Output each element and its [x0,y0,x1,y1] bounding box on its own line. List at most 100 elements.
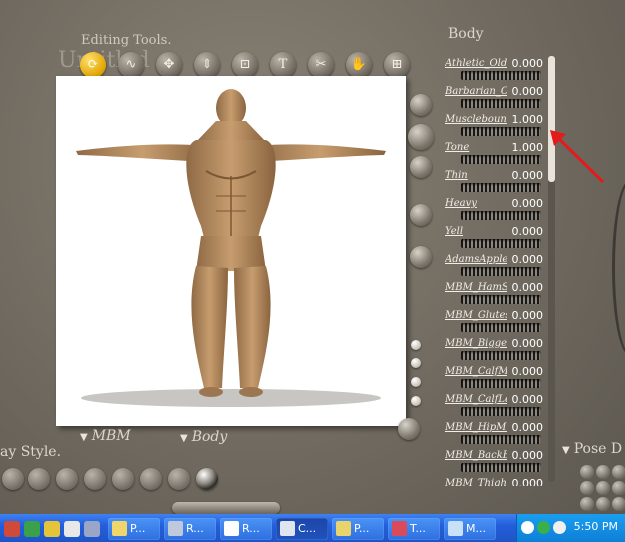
light-dot-icon[interactable] [411,340,421,350]
parameter-dial[interactable] [461,155,541,164]
parameter-value[interactable]: 0.000 [512,337,544,350]
texture-shaded-button[interactable] [196,468,218,490]
parameter-value[interactable]: 0.000 [512,169,544,182]
parameter-value[interactable]: 0.000 [512,57,544,70]
parameter-dial[interactable] [461,71,541,80]
pose-dot[interactable] [612,481,625,495]
parameter-dial[interactable] [461,267,541,276]
parameter-scrollbar[interactable] [548,56,555,482]
light-control-icon[interactable] [410,156,432,178]
parameter-label[interactable]: MBM_Bigger [445,338,507,349]
pose-dot[interactable] [580,465,594,479]
taskbar-button[interactable]: R... [164,518,216,540]
parameter-label[interactable]: Yell [445,226,507,237]
scale-icon[interactable]: ⇕ [194,52,220,78]
parameter-value[interactable]: 0.000 [512,85,544,98]
parameter-label[interactable]: MBM_CalfMu [445,366,507,377]
parameter-dial[interactable] [461,127,541,136]
trackball-icon[interactable] [410,246,432,268]
parameter-label[interactable]: MBM_CalfLe [445,394,507,405]
parameter-value[interactable]: 1.000 [512,141,544,154]
parameter-dial[interactable] [461,211,541,220]
parameter-label[interactable]: AdamsApple [445,254,507,265]
translate-icon[interactable]: ✥ [156,52,182,78]
parameter-dial-icon[interactable] [410,204,432,226]
parameter-label[interactable]: MBM_HipMu [445,422,507,433]
parameter-label[interactable]: Tone [445,142,507,153]
light-color-icon[interactable] [398,418,420,440]
style-button[interactable] [168,468,190,490]
taskbar-button[interactable]: P... [108,518,160,540]
parameter-dial[interactable] [461,379,541,388]
drawer-handle[interactable] [172,502,280,514]
document-preview-window[interactable] [56,76,406,426]
camera-view-icon[interactable] [410,94,432,116]
rotate-icon[interactable]: ⟳ [80,52,106,78]
parameter-label[interactable]: Barbarian_Old [445,86,507,97]
parameter-label[interactable]: Heavy [445,198,507,209]
light-dot-icon[interactable] [411,358,421,368]
style-button[interactable] [112,468,134,490]
style-button[interactable] [140,468,162,490]
parameter-value[interactable]: 0.000 [512,449,544,462]
parameter-dial[interactable] [461,463,541,472]
twist-icon[interactable]: ∿ [118,52,144,78]
style-button[interactable] [2,468,24,490]
quicklaunch-icon[interactable] [84,521,100,537]
pose-dot[interactable] [596,481,610,495]
parameter-label[interactable]: Athletic_Old [445,58,507,69]
quicklaunch-icon[interactable] [4,521,20,537]
parameter-value[interactable]: 0.000 [512,393,544,406]
pose-dot[interactable] [580,497,594,511]
tray-volume-icon[interactable] [553,521,566,534]
taskbar-button[interactable]: R... [220,518,272,540]
parameter-value[interactable]: 0.000 [512,281,544,294]
parameter-value[interactable]: 0.000 [512,309,544,322]
color-icon[interactable]: ✂ [308,52,334,78]
parameter-dial[interactable] [461,407,541,416]
taper-icon[interactable]: ⊡ [232,52,258,78]
parameter-value[interactable]: 0.000 [512,365,544,378]
light-dot-icon[interactable] [411,377,421,387]
parameter-label[interactable]: Thin [445,170,507,181]
taskbar-button[interactable]: P... [332,518,384,540]
parameter-label[interactable]: MBM_BackBu [445,450,507,461]
quicklaunch-icon[interactable] [44,521,60,537]
parameter-label[interactable]: MBM_HamStr [445,282,507,293]
taskbar-button[interactable]: T... [388,518,440,540]
parameter-value[interactable]: 1.000 [512,113,544,126]
parameter-dial[interactable] [461,351,541,360]
style-button[interactable] [28,468,50,490]
room-dial[interactable] [612,180,625,356]
pose-dot[interactable] [612,465,625,479]
style-button[interactable] [84,468,106,490]
parameter-value[interactable]: 0.000 [512,421,544,434]
taskbar-button[interactable]: M... [444,518,496,540]
parameter-dial[interactable] [461,295,541,304]
parameter-value[interactable]: 0.000 [512,477,544,486]
quicklaunch-icon[interactable] [64,521,80,537]
parameter-dial[interactable] [461,99,541,108]
quicklaunch-icon[interactable] [24,521,40,537]
cube-view-icon[interactable] [408,124,434,150]
body-part-dropdown[interactable]: ▼ Body [180,429,227,445]
clock[interactable]: 5:50 PM [574,520,618,533]
tray-network-icon[interactable] [537,521,550,534]
parameter-value[interactable]: 0.000 [512,225,544,238]
parameter-value[interactable]: 0.000 [512,253,544,266]
parameter-dial[interactable] [461,183,541,192]
view-magnifier-icon[interactable]: ⊞ [384,52,410,78]
parameter-dial[interactable] [461,435,541,444]
parameter-dial[interactable] [461,323,541,332]
chain-break-icon[interactable]: T [270,52,296,78]
grouping-icon[interactable]: ✋ [346,52,372,78]
figure-dropdown[interactable]: ▼ MBM [80,428,131,444]
parameter-label[interactable]: MBM_Glutes [445,310,507,321]
parameter-value[interactable]: 0.000 [512,197,544,210]
pose-dot[interactable] [580,481,594,495]
light-dot-icon[interactable] [411,396,421,406]
parameter-dial[interactable] [461,239,541,248]
pose-dot[interactable] [596,497,610,511]
parameter-label[interactable]: Musclebound [445,114,507,125]
tray-arrow-icon[interactable] [521,521,534,534]
